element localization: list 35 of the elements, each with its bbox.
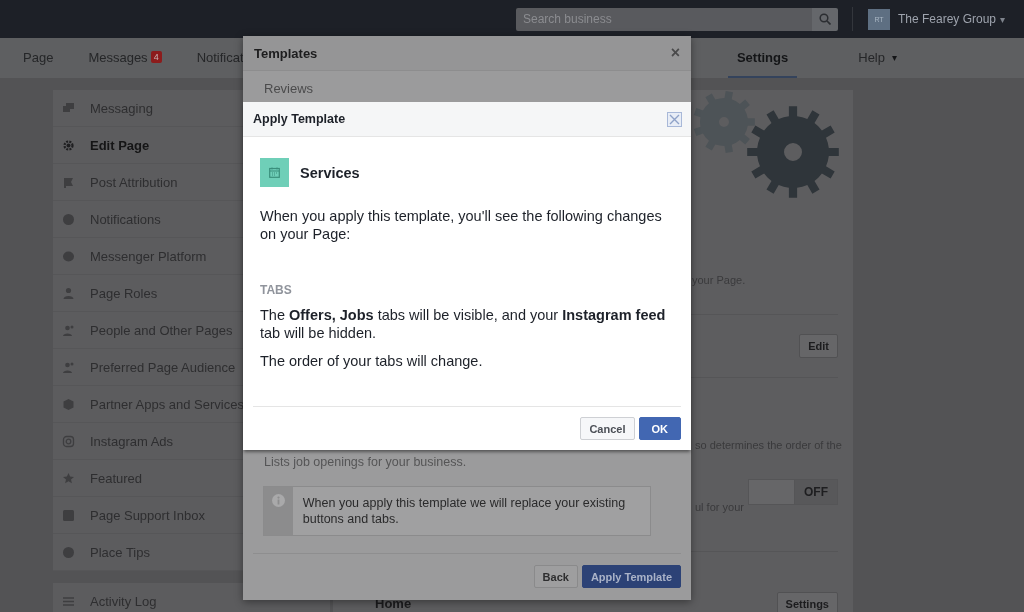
account-name[interactable]: The Fearey Group <box>898 12 997 26</box>
edit-button[interactable]: Edit <box>799 334 838 358</box>
list-icon <box>62 594 75 608</box>
calendar-drawing <box>269 167 280 178</box>
close-button[interactable]: × <box>670 44 680 62</box>
apply-button[interactable]: Apply Template <box>581 565 681 588</box>
ok-button[interactable]: OK <box>638 417 681 440</box>
nav-tab[interactable]: Page <box>14 38 63 78</box>
person-icon <box>62 286 75 300</box>
info-icon <box>271 494 285 507</box>
nav-tab[interactable]: Help ▾ <box>849 38 906 78</box>
toggle-switch[interactable]: OFF <box>748 479 838 505</box>
nav-tab[interactable]: Messages 4 <box>79 38 171 78</box>
square-icon <box>62 508 75 522</box>
instagram-icon <box>62 434 75 448</box>
nav-tab[interactable]: Settings <box>727 38 798 78</box>
search-icon <box>819 13 831 25</box>
settings-button[interactable]: Settings <box>776 592 838 612</box>
circle-icon <box>62 545 75 559</box>
section-label: TABS <box>260 283 293 297</box>
gear-icon <box>62 138 75 152</box>
people-icon <box>62 360 75 374</box>
back-button[interactable]: Back <box>533 565 578 588</box>
cancel-button[interactable]: Cancel <box>580 417 635 440</box>
people-icon <box>62 323 75 337</box>
star-icon <box>62 471 75 485</box>
dialog-title: Templates <box>254 45 318 61</box>
search-button[interactable] <box>812 7 838 31</box>
close-icon[interactable] <box>667 111 682 127</box>
caret-icon[interactable]: ▾ <box>1000 13 1006 25</box>
count-badge: 4 <box>150 51 162 63</box>
flag-icon <box>62 175 75 189</box>
section-heading: Home <box>375 595 412 611</box>
messages-icon <box>62 101 75 115</box>
caret-icon: ▾ <box>892 51 897 63</box>
